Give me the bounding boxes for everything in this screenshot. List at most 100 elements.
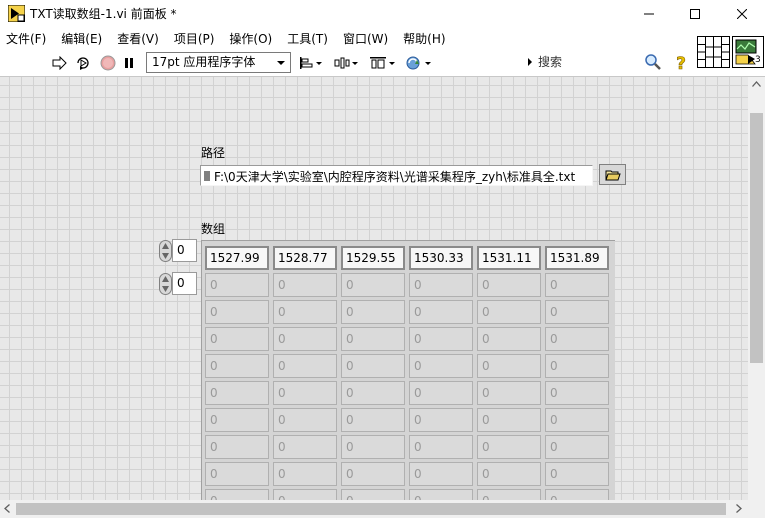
array-cell[interactable]: 0	[409, 327, 473, 351]
array-cell[interactable]: 0	[409, 462, 473, 486]
reorder-button[interactable]	[405, 53, 431, 73]
front-panel[interactable]: 路径 F:\0天津大学\实验室\内腔程序资料\光谱采集程序_zyh\标准具全.t…	[0, 77, 748, 500]
array-cell[interactable]: 0	[341, 462, 405, 486]
array-cell[interactable]: 1530.33	[409, 246, 473, 270]
pause-button[interactable]	[119, 53, 139, 73]
array-cell[interactable]: 0	[205, 489, 269, 500]
array-cell[interactable]: 0	[545, 408, 609, 432]
array-cell[interactable]: 0	[341, 489, 405, 500]
menu-tools[interactable]: 工具(T)	[287, 30, 328, 47]
array-cell[interactable]: 0	[273, 300, 337, 324]
array-cell[interactable]: 0	[409, 435, 473, 459]
scroll-up-icon[interactable]	[752, 81, 761, 87]
run-continuous-button[interactable]	[73, 53, 93, 73]
array-cell[interactable]: 0	[545, 381, 609, 405]
array-cell[interactable]: 0	[341, 408, 405, 432]
array-cell[interactable]: 0	[205, 327, 269, 351]
array-cell[interactable]: 0	[205, 381, 269, 405]
array-cell[interactable]: 0	[341, 435, 405, 459]
array-cell[interactable]: 0	[409, 381, 473, 405]
array-cell[interactable]: 0	[273, 381, 337, 405]
array-cell[interactable]: 0	[273, 435, 337, 459]
maximize-button[interactable]	[672, 0, 718, 27]
array-cell[interactable]: 0	[205, 462, 269, 486]
array-cell[interactable]: 1527.99	[205, 246, 269, 270]
path-control[interactable]: F:\0天津大学\实验室\内腔程序资料\光谱采集程序_zyh\标准具全.txt	[200, 165, 593, 186]
horizontal-scroll-thumb[interactable]	[16, 503, 726, 515]
array-cell[interactable]: 0	[205, 273, 269, 297]
array-cell[interactable]: 0	[477, 381, 541, 405]
menu-view[interactable]: 查看(V)	[117, 30, 159, 47]
array-cell[interactable]: 0	[477, 273, 541, 297]
menu-help[interactable]: 帮助(H)	[403, 30, 445, 47]
array-cell[interactable]: 0	[545, 489, 609, 500]
array-cell[interactable]: 0	[477, 462, 541, 486]
array-cell[interactable]: 1531.11	[477, 246, 541, 270]
distribute-objects-button[interactable]	[334, 53, 358, 73]
array-cell[interactable]: 1528.77	[273, 246, 337, 270]
array-cell[interactable]: 0	[477, 354, 541, 378]
array-cell[interactable]: 0	[545, 300, 609, 324]
array-cell[interactable]: 0	[273, 408, 337, 432]
abort-button[interactable]	[98, 53, 118, 73]
array-cell[interactable]: 0	[409, 273, 473, 297]
array-cell[interactable]: 0	[341, 300, 405, 324]
array-cell[interactable]: 0	[409, 354, 473, 378]
scroll-right-icon[interactable]	[736, 504, 742, 513]
align-objects-button[interactable]	[298, 53, 322, 73]
horizontal-scrollbar[interactable]	[0, 500, 765, 518]
array-cell[interactable]: 0	[477, 327, 541, 351]
array-cell[interactable]: 0	[341, 354, 405, 378]
magnifier-icon[interactable]	[644, 53, 662, 71]
array-cell[interactable]: 0	[409, 408, 473, 432]
chevron-right-icon[interactable]	[528, 58, 532, 66]
array-cell[interactable]: 0	[205, 354, 269, 378]
array-cell[interactable]: 0	[477, 489, 541, 500]
index-col-value[interactable]: 0	[172, 272, 197, 295]
array-cell[interactable]: 0	[409, 489, 473, 500]
menu-operate[interactable]: 操作(O)	[229, 30, 272, 47]
run-button[interactable]	[50, 53, 70, 73]
array-cell[interactable]: 1529.55	[341, 246, 405, 270]
array-cell[interactable]: 0	[273, 273, 337, 297]
index-stepper[interactable]	[159, 240, 172, 262]
array-cell[interactable]: 0	[341, 327, 405, 351]
menu-edit[interactable]: 编辑(E)	[61, 30, 102, 47]
array-cell[interactable]: 1531.89	[545, 246, 609, 270]
font-selector[interactable]: 17pt 应用程序字体	[146, 52, 291, 73]
minimize-button[interactable]	[626, 0, 672, 27]
array-cell[interactable]: 0	[545, 462, 609, 486]
array-cell[interactable]: 0	[273, 354, 337, 378]
array-cell[interactable]: 0	[545, 354, 609, 378]
menu-window[interactable]: 窗口(W)	[343, 30, 388, 47]
array-cell[interactable]: 0	[477, 300, 541, 324]
array-cell[interactable]: 0	[409, 300, 473, 324]
array-cell[interactable]: 0	[205, 300, 269, 324]
close-button[interactable]	[719, 0, 765, 27]
browse-button[interactable]	[599, 164, 626, 185]
menu-project[interactable]: 项目(P)	[174, 30, 215, 47]
connector-pane[interactable]	[697, 36, 730, 68]
menu-file[interactable]: 文件(F)	[6, 30, 46, 47]
array-cell[interactable]: 0	[273, 462, 337, 486]
resize-objects-button[interactable]	[369, 53, 395, 73]
array-cell[interactable]: 0	[545, 435, 609, 459]
array-cell[interactable]: 0	[205, 435, 269, 459]
scroll-left-icon[interactable]	[4, 504, 10, 513]
array-cell[interactable]: 0	[205, 408, 269, 432]
vertical-scroll-thumb[interactable]	[750, 113, 763, 363]
array-cell[interactable]: 0	[545, 327, 609, 351]
search-input[interactable]	[538, 53, 638, 71]
array-cell[interactable]: 0	[341, 381, 405, 405]
vi-icon[interactable]: 3	[732, 36, 764, 68]
array-cell[interactable]: 0	[273, 489, 337, 500]
array-cell[interactable]: 0	[477, 408, 541, 432]
array-cell[interactable]: 0	[477, 435, 541, 459]
help-icon[interactable]: ?	[674, 53, 688, 73]
array-cell[interactable]: 0	[545, 273, 609, 297]
index-row-value[interactable]: 0	[172, 239, 197, 262]
index-stepper[interactable]	[159, 273, 172, 295]
array-cell[interactable]: 0	[273, 327, 337, 351]
vertical-scrollbar[interactable]	[748, 77, 765, 500]
array-cell[interactable]: 0	[341, 273, 405, 297]
